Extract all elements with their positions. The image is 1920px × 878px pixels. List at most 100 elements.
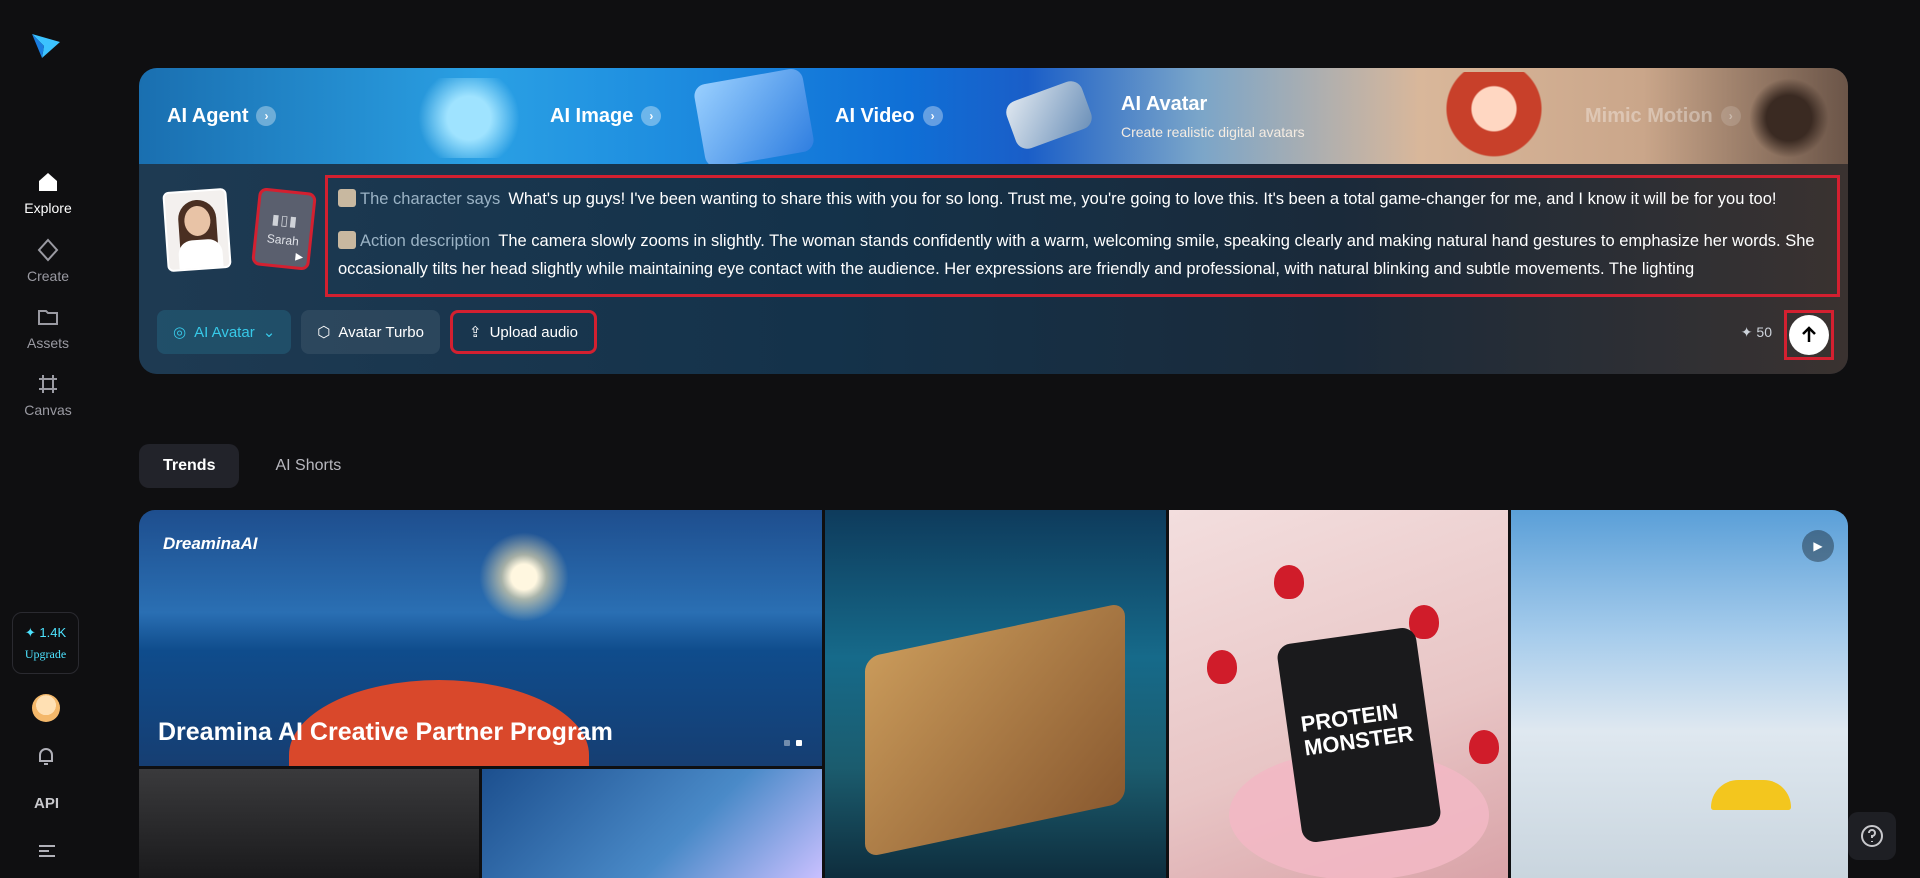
voice-card[interactable]: ▮▯▮ Sarah ▶ <box>251 187 317 271</box>
character-body <box>177 238 225 273</box>
prompt-area: ▮▯▮ Sarah ▶ The character says What's up … <box>139 164 1848 374</box>
chevron-right-icon: › <box>641 106 662 126</box>
character-tag-icon <box>338 189 356 207</box>
action-text: The camera slowly zooms in slightly. The… <box>338 232 1815 278</box>
diamond-icon <box>37 238 59 262</box>
dreamina-logo-icon[interactable] <box>30 28 62 60</box>
says-line: The character says What's up guys! I've b… <box>338 185 1827 213</box>
tab-mimic-motion-label: Mimic Motion <box>1585 104 1713 127</box>
frame-icon <box>39 375 57 393</box>
action-tag: Action description <box>360 232 491 250</box>
chevron-right-icon: › <box>922 106 943 126</box>
strawberry <box>1274 565 1304 599</box>
tab-ai-agent-label: AI Agent <box>167 104 249 127</box>
tab-ai-avatar[interactable]: AI Avatar Create realistic digital avata… <box>1121 68 1305 164</box>
says-text: What's up guys! I've been wanting to sha… <box>508 190 1777 208</box>
feed-item-protein[interactable]: PROTEIN MONSTER <box>1169 510 1508 878</box>
prompt-toolbar: ◎ AI Avatar ⌄ ⬡ Avatar Turbo ⇪ Upload au… <box>157 310 597 354</box>
voice-name: Sarah <box>266 230 300 249</box>
hero-panel: AI Agent › AI Image › AI Video › AI Avat… <box>139 68 1848 374</box>
avatar-illustration <box>1439 72 1549 164</box>
cube-icon: ⬡ <box>317 324 331 341</box>
carousel-dot[interactable] <box>796 740 802 746</box>
arrow-up-icon <box>1802 326 1816 342</box>
action-line: Action description The camera slowly zoom… <box>338 227 1827 283</box>
sidebar: Explore Create Assets Canvas ✦ 1.4K Upgr… <box>0 0 96 878</box>
image-illustration <box>692 68 816 169</box>
mode-select-label: AI Avatar <box>194 323 255 341</box>
feature-tabs: AI Agent › AI Image › AI Video › AI Avat… <box>139 68 1848 169</box>
nav-canvas-label: Canvas <box>24 402 72 418</box>
help-icon <box>1861 825 1883 847</box>
tab-ai-avatar-subtitle: Create realistic digital avatars <box>1121 123 1305 140</box>
upload-icon: ⇪ <box>468 324 482 341</box>
generate-button-frame <box>1784 310 1834 360</box>
feed-item-paraglider[interactable]: ▶ <box>1511 510 1848 878</box>
tab-ai-agent[interactable]: AI Agent › <box>167 68 277 164</box>
chevron-right-icon: › <box>1720 106 1741 126</box>
nav-explore-label: Explore <box>24 200 72 216</box>
tab-ai-image[interactable]: AI Image › <box>550 68 662 164</box>
chevron-right-icon: › <box>256 106 277 126</box>
home-icon <box>39 173 57 191</box>
carousel-dots[interactable] <box>784 740 802 746</box>
eye-icon: ◎ <box>173 324 187 341</box>
upgrade-link[interactable]: Upgrade <box>25 647 66 662</box>
tab-ai-video[interactable]: AI Video › <box>835 68 943 164</box>
tab-ai-video-label: AI Video <box>835 104 915 127</box>
sun-glow <box>479 532 569 622</box>
tab-mimic-motion[interactable]: Mimic Motion › <box>1585 68 1741 164</box>
play-icon[interactable]: ▶ <box>295 251 304 263</box>
says-tag: The character says <box>360 190 501 208</box>
paraglider-shape <box>1711 780 1791 810</box>
feed-item-underwater[interactable] <box>825 510 1166 878</box>
nav-assets-label: Assets <box>26 335 69 351</box>
carousel-dot[interactable] <box>784 740 790 746</box>
feed-grid: DreaminaAI Dreamina AI Creative Partner … <box>139 510 1848 878</box>
bell-icon[interactable] <box>34 744 58 768</box>
folder-icon <box>38 310 58 325</box>
prompt-input[interactable]: The character says What's up guys! I've b… <box>325 175 1840 297</box>
help-button[interactable] <box>1848 812 1896 860</box>
agent-illustration <box>409 78 529 158</box>
action-tag-icon <box>338 231 356 249</box>
api-link[interactable]: API <box>34 795 59 812</box>
audio-wave-icon: ▮▯▮ <box>271 210 299 229</box>
play-icon[interactable]: ▶ <box>1802 530 1834 562</box>
menu-icon[interactable] <box>37 843 57 859</box>
video-illustration <box>1002 77 1096 153</box>
featured-title: Dreamina AI Creative Partner Program <box>158 718 613 746</box>
nav-assets[interactable]: Assets <box>0 305 96 351</box>
nav-canvas[interactable]: Canvas <box>0 372 96 418</box>
tab-ai-image-label: AI Image <box>550 104 634 127</box>
generate-button[interactable] <box>1789 315 1829 355</box>
featured-banner[interactable]: DreaminaAI Dreamina AI Creative Partner … <box>139 510 822 766</box>
model-select[interactable]: ⬡ Avatar Turbo <box>301 310 440 354</box>
mimic-illustration <box>1749 78 1829 158</box>
upload-audio-label: Upload audio <box>489 323 578 341</box>
character-image[interactable] <box>162 187 232 273</box>
brand-logo: DreaminaAI <box>163 534 258 553</box>
user-avatar[interactable] <box>32 694 60 722</box>
nav-create[interactable]: Create <box>0 238 96 284</box>
upgrade-box[interactable]: ✦ 1.4K Upgrade <box>12 612 79 674</box>
credits-count: ✦ 1.4K <box>24 624 67 640</box>
island-shape <box>865 602 1125 858</box>
feed-item-splash[interactable] <box>482 769 822 878</box>
chevron-down-icon: ⌄ <box>262 324 276 341</box>
mode-select[interactable]: ◎ AI Avatar ⌄ <box>157 310 292 354</box>
tab-trends[interactable]: Trends <box>139 444 240 488</box>
content-tabs: Trends AI Shorts <box>139 444 365 488</box>
tab-ai-avatar-label: AI Avatar <box>1121 92 1208 115</box>
jar-label: PROTEIN MONSTER <box>1299 698 1415 761</box>
tab-ai-shorts[interactable]: AI Shorts <box>251 444 365 488</box>
strawberry <box>1469 730 1499 764</box>
nav-explore[interactable]: Explore <box>0 170 96 216</box>
strawberry <box>1207 650 1237 684</box>
nav-create-label: Create <box>26 268 70 284</box>
feed-item-statue[interactable] <box>139 769 479 878</box>
model-select-label: Avatar Turbo <box>338 323 424 341</box>
generation-cost: ✦ 50 <box>1740 324 1772 340</box>
protein-jar: PROTEIN MONSTER <box>1275 626 1443 844</box>
upload-audio-button[interactable]: ⇪ Upload audio <box>449 310 597 354</box>
